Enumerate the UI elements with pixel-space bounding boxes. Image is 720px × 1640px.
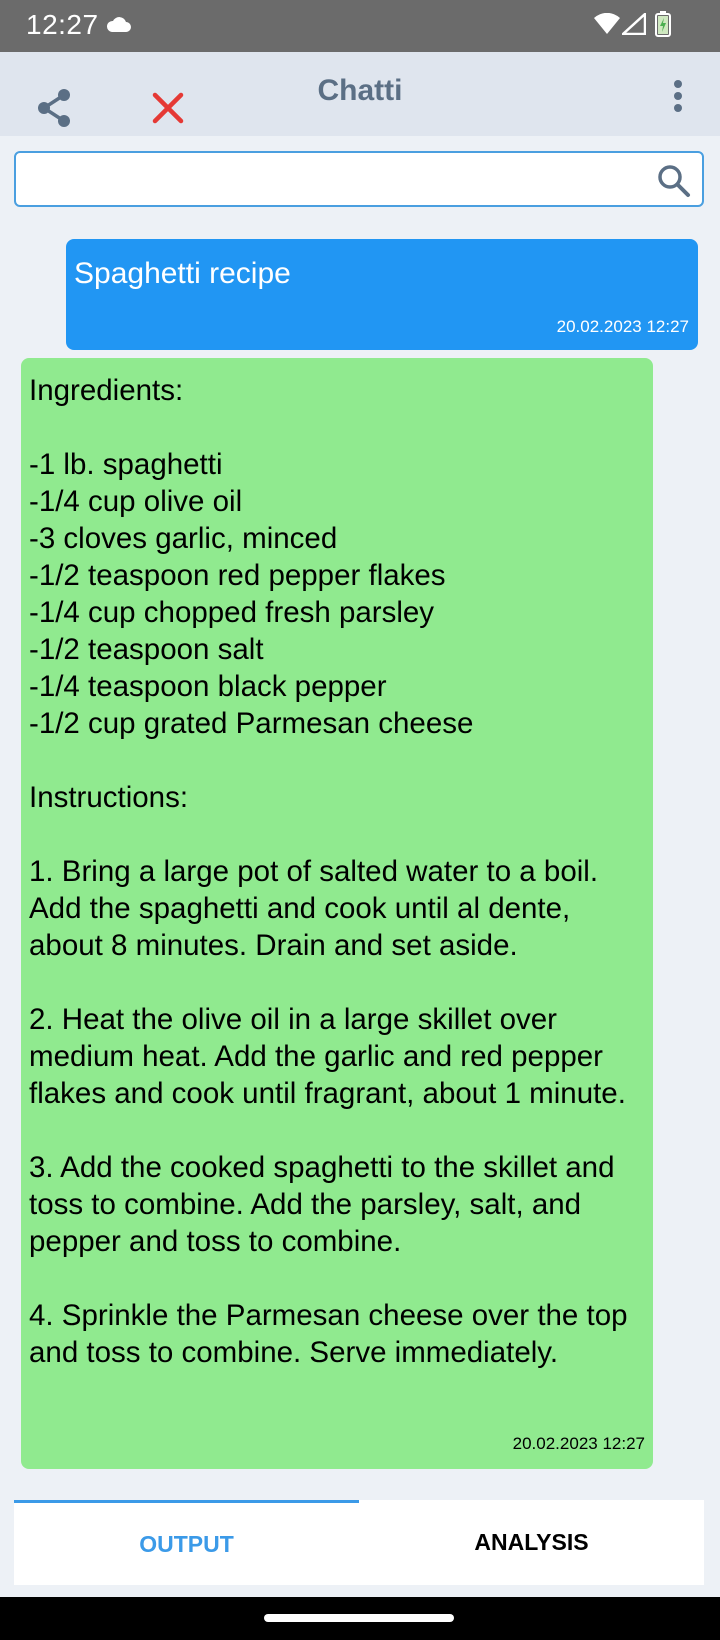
tab-output[interactable]: OUTPUT bbox=[14, 1500, 359, 1585]
navigation-bar bbox=[0, 1597, 720, 1640]
message-text: Ingredients: -1 lb. spaghetti -1/4 cup o… bbox=[29, 374, 628, 1369]
home-gesture-handle[interactable] bbox=[264, 1614, 454, 1622]
search-box bbox=[14, 151, 704, 207]
search-icon[interactable] bbox=[656, 163, 692, 199]
tab-bar: OUTPUT ANALYSIS bbox=[14, 1500, 704, 1585]
app-bar: Chatti bbox=[0, 52, 720, 136]
wifi-icon bbox=[594, 12, 620, 40]
search-input[interactable] bbox=[24, 159, 644, 199]
assistant-message-bubble[interactable]: Ingredients: -1 lb. spaghetti -1/4 cup o… bbox=[21, 358, 653, 1469]
cloud-icon bbox=[106, 15, 132, 38]
status-bar: 12:27 bbox=[0, 0, 720, 52]
message-timestamp: 20.02.2023 12:27 bbox=[556, 317, 689, 336]
more-vertical-icon bbox=[674, 80, 682, 112]
battery-charging-icon bbox=[655, 11, 671, 42]
signal-icon bbox=[619, 11, 647, 40]
user-message-bubble[interactable]: Spaghetti recipe 20.02.2023 12:27 bbox=[66, 239, 698, 350]
app-title: Chatti bbox=[317, 74, 403, 107]
message-timestamp: 20.02.2023 12:27 bbox=[512, 1434, 645, 1453]
status-time: 12:27 bbox=[26, 9, 99, 40]
tab-analysis[interactable]: ANALYSIS bbox=[359, 1500, 704, 1585]
more-options-button[interactable] bbox=[664, 76, 692, 116]
message-text: Spaghetti recipe bbox=[74, 257, 291, 290]
